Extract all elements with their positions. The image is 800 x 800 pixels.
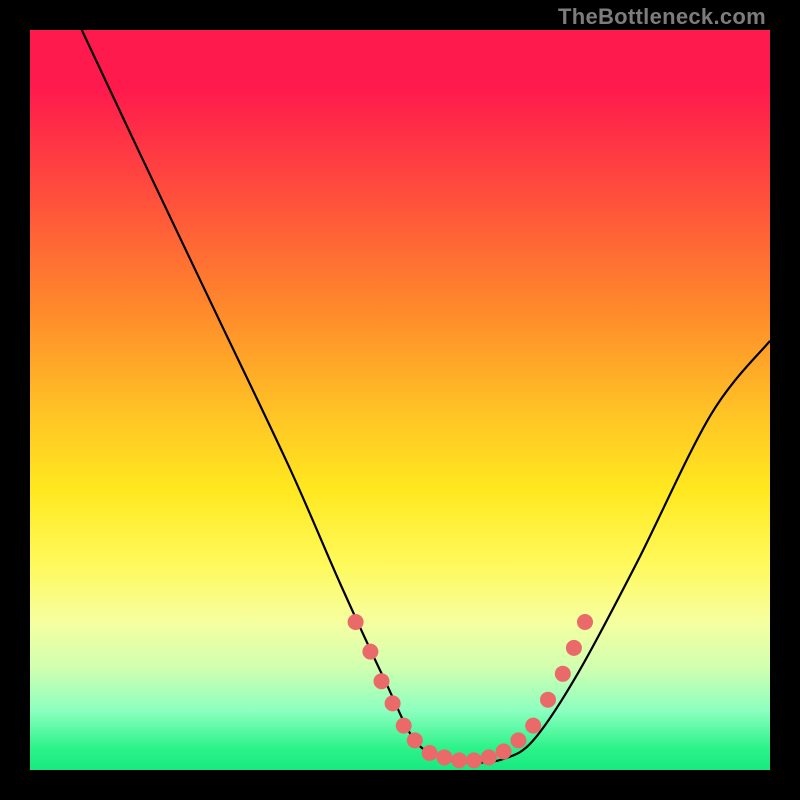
highlight-dot xyxy=(436,749,452,765)
highlight-dot xyxy=(481,749,497,765)
highlight-dot xyxy=(362,644,378,660)
plot-area xyxy=(30,30,770,770)
highlight-dot xyxy=(348,614,364,630)
highlight-dot xyxy=(496,744,512,760)
highlight-dot xyxy=(407,732,423,748)
highlight-dot xyxy=(466,752,482,768)
highlight-dot xyxy=(385,695,401,711)
bottleneck-curve xyxy=(82,30,770,763)
highlight-dot xyxy=(422,745,438,761)
attribution-label: TheBottleneck.com xyxy=(558,4,766,30)
highlight-dot xyxy=(451,752,467,768)
highlight-dot xyxy=(577,614,593,630)
highlight-dot xyxy=(555,666,571,682)
highlight-dot xyxy=(374,673,390,689)
highlight-dot xyxy=(396,718,412,734)
highlight-dot xyxy=(566,640,582,656)
highlight-dot xyxy=(510,732,526,748)
chart-svg xyxy=(30,30,770,770)
highlight-dot xyxy=(525,718,541,734)
highlight-dot xyxy=(540,692,556,708)
highlight-dots-group xyxy=(348,614,593,768)
chart-stage: TheBottleneck.com xyxy=(0,0,800,800)
